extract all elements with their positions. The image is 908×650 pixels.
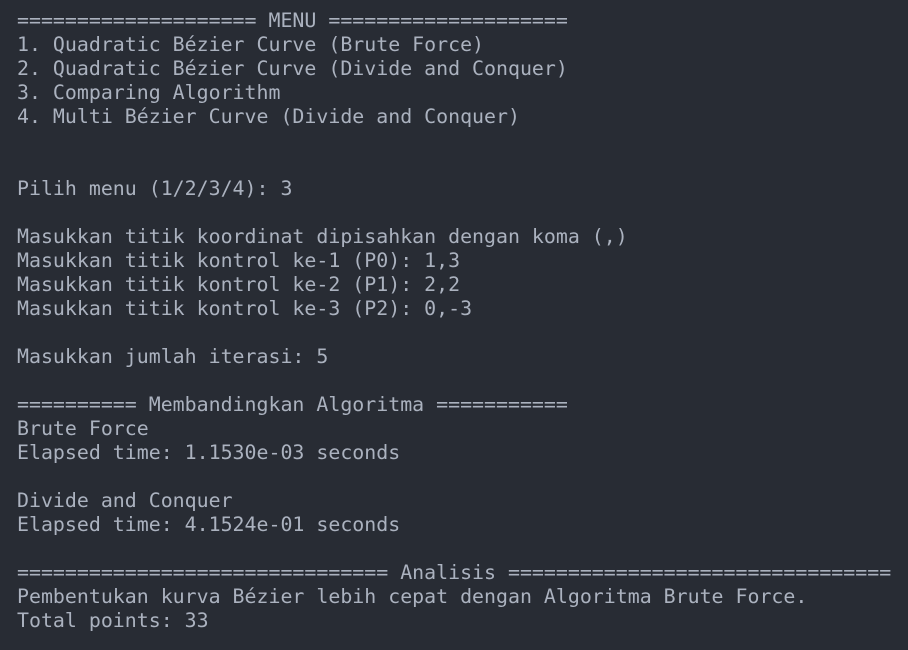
iterations-prompt: Masukkan jumlah iterasi: 5 [17, 345, 329, 368]
menu-item-3: 3. Comparing Algorithm [17, 81, 281, 104]
brute-force-label: Brute Force [17, 417, 149, 440]
menu-item-4: 4. Multi Bézier Curve (Divide and Conque… [17, 105, 520, 128]
control-point-3: Masukkan titik kontrol ke-3 (P2): 0,-3 [17, 297, 473, 320]
brute-force-time: Elapsed time: 1.1530e-03 seconds [17, 441, 401, 464]
total-points: Total points: 33 [17, 609, 209, 632]
dnc-time: Elapsed time: 4.1524e-01 seconds [17, 513, 401, 536]
control-point-1: Masukkan titik kontrol ke-1 (P0): 1,3 [17, 249, 461, 272]
menu-prompt: Pilih menu (1/2/3/4): 3 [17, 177, 293, 200]
compare-header: ========== Membandingkan Algoritma =====… [17, 393, 568, 416]
dnc-label: Divide and Conquer [17, 489, 233, 512]
menu-header: ==================== MENU ==============… [17, 9, 568, 32]
terminal-output[interactable]: ==================== MENU ==============… [0, 0, 908, 633]
control-point-2: Masukkan titik kontrol ke-2 (P1): 2,2 [17, 273, 461, 296]
menu-item-2: 2. Quadratic Bézier Curve (Divide and Co… [17, 57, 568, 80]
analysis-result: Pembentukan kurva Bézier lebih cepat den… [17, 585, 808, 608]
analysis-header: =============================== Analisis… [17, 561, 892, 584]
menu-item-1: 1. Quadratic Bézier Curve (Brute Force) [17, 33, 485, 56]
coord-instruction: Masukkan titik koordinat dipisahkan deng… [17, 225, 628, 248]
